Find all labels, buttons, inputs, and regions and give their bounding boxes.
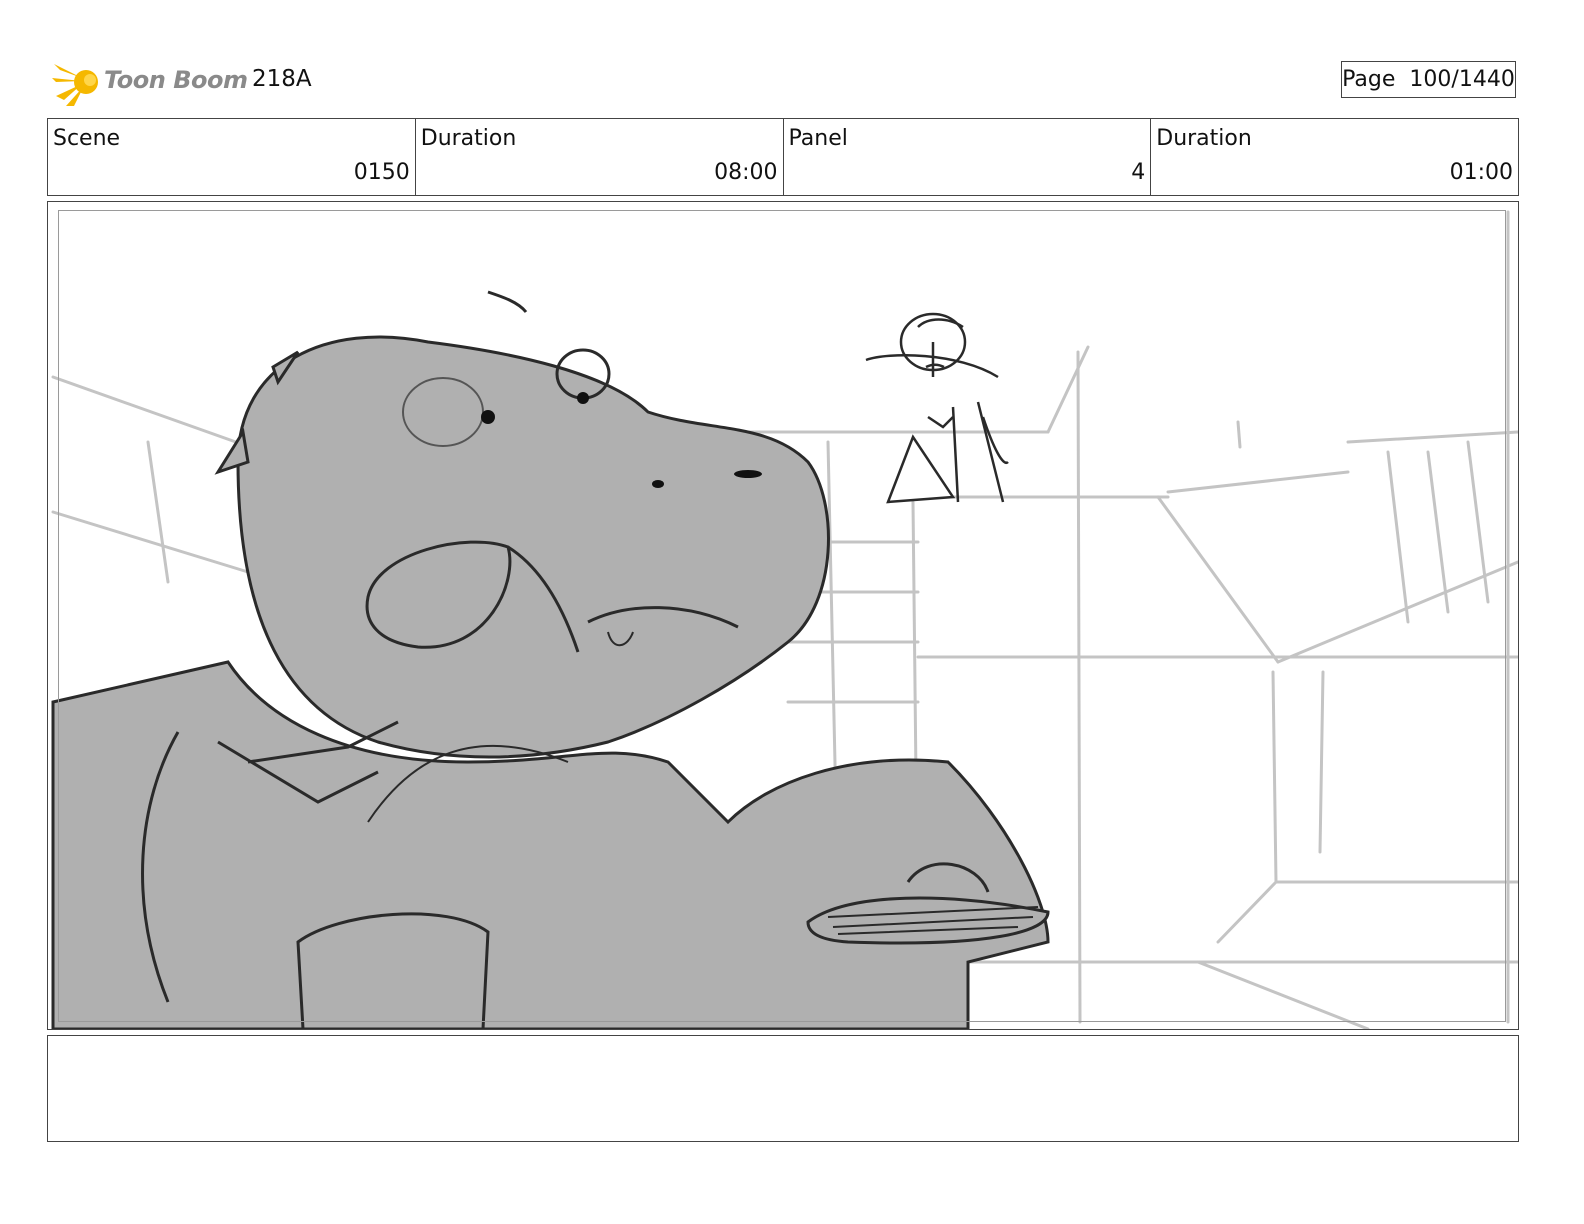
- toon-boom-flame-icon: [52, 64, 98, 106]
- storyboard-panel: [47, 201, 1519, 1030]
- scene-label: Scene: [53, 126, 121, 151]
- panel-label: Panel: [788, 126, 848, 151]
- page-indicator: Page 100/1440: [1341, 61, 1516, 98]
- panel-safe-frame: [58, 210, 1506, 1022]
- logo-text: Toon Boom: [104, 66, 248, 94]
- panel-cell: Panel 4: [784, 119, 1152, 195]
- episode-number: 218A: [252, 66, 312, 92]
- panel-duration-label: Duration: [1156, 126, 1252, 151]
- page-value: 100/1440: [1409, 67, 1515, 92]
- scene-duration-value: 08:00: [714, 160, 778, 185]
- scene-cell: Scene 0150: [48, 119, 416, 195]
- scene-duration-cell: Duration 08:00: [416, 119, 784, 195]
- scene-duration-label: Duration: [420, 126, 517, 151]
- toon-boom-logo: Toon Boom: [52, 56, 248, 108]
- page-label: Page: [1342, 67, 1396, 92]
- panel-duration-cell: Duration 01:00: [1151, 119, 1518, 195]
- panel-duration-value: 01:00: [1449, 160, 1513, 185]
- panel-notes-box[interactable]: [47, 1035, 1519, 1142]
- panel-value: 4: [1131, 160, 1146, 185]
- scene-value: 0150: [353, 160, 410, 185]
- scene-info-row: Scene 0150 Duration 08:00 Panel 4 Durati…: [47, 118, 1519, 196]
